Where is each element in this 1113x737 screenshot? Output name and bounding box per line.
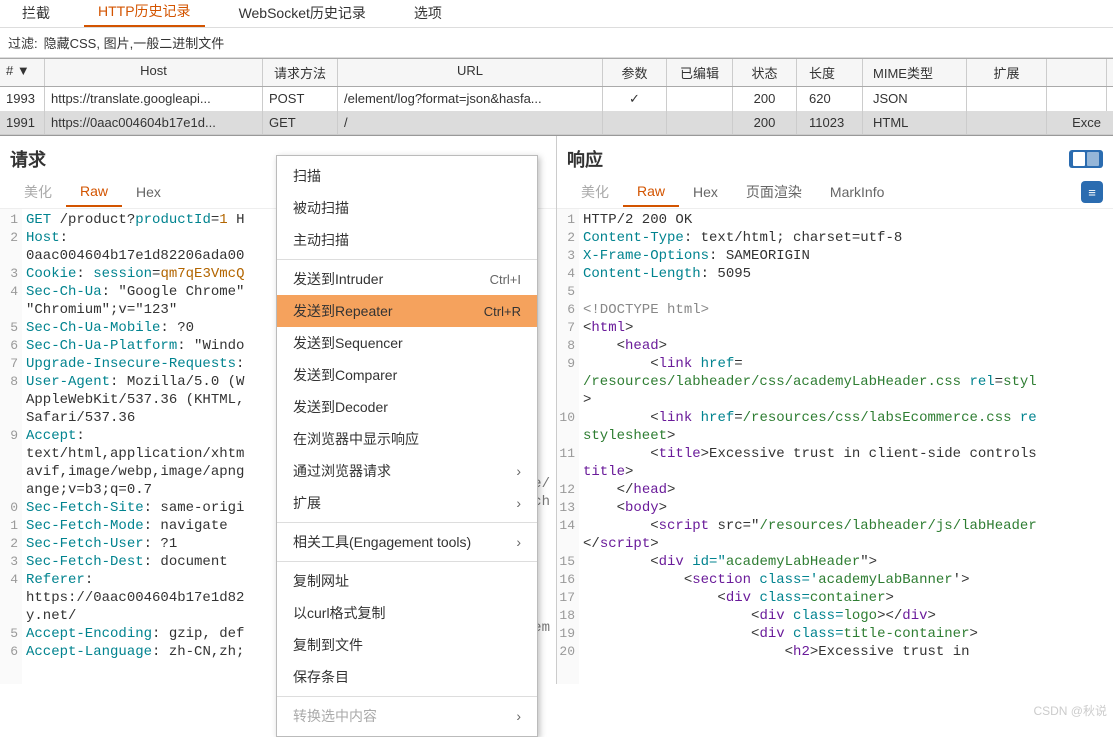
menu-active-scan[interactable]: 主动扫描 (277, 224, 537, 256)
main-tabs: 拦截 HTTP历史记录 WebSocket历史记录 选项 (0, 0, 1113, 28)
cell-edited (667, 87, 733, 111)
col-status[interactable]: 状态 (733, 59, 797, 86)
resp-code[interactable]: HTTP/2 200 OK Content-Type: text/html; c… (579, 209, 1113, 684)
req-gutter: 12 34 5678 9 01234 56 (0, 209, 22, 684)
cell-len: 11023 (797, 111, 863, 134)
tab-http-history[interactable]: HTTP历史记录 (84, 0, 205, 27)
layout-toggle[interactable] (1069, 150, 1103, 168)
req-tab-raw[interactable]: Raw (66, 177, 122, 207)
info-button[interactable]: ≡ (1081, 181, 1103, 203)
col-ext[interactable]: 扩展 (967, 59, 1047, 86)
menu-extensions[interactable]: 扩展› (277, 487, 537, 519)
chevron-right-icon: › (516, 708, 521, 724)
menu-save-item[interactable]: 保存条目 (277, 661, 537, 693)
menu-copy-url[interactable]: 复制网址 (277, 565, 537, 597)
menu-separator (277, 259, 537, 260)
col-id[interactable]: # ▼ (0, 59, 45, 86)
chevron-right-icon: › (516, 463, 521, 479)
tab-ws-history[interactable]: WebSocket历史记录 (225, 0, 380, 27)
cell-url: / (338, 111, 603, 134)
watermark: CSDN @秋说 (1033, 702, 1107, 719)
cell-status: 200 (733, 87, 797, 111)
menu-send-comparer[interactable]: 发送到Comparer (277, 359, 537, 391)
cell-edited (667, 111, 733, 134)
col-url[interactable]: URL (338, 59, 603, 86)
cell-method: GET (263, 111, 338, 134)
cell-url: /element/log?format=json&hasfa... (338, 87, 603, 111)
cell-len: 620 (797, 87, 863, 111)
cell-ext (967, 87, 1047, 111)
col-params[interactable]: 参数 (603, 59, 667, 86)
req-tab-hex[interactable]: Hex (122, 178, 175, 206)
menu-separator (277, 561, 537, 562)
col-mime[interactable]: MIME类型 (863, 59, 967, 86)
menu-copy-curl[interactable]: 以curl格式复制 (277, 597, 537, 629)
cell-params (603, 111, 667, 134)
col-host[interactable]: Host (45, 59, 263, 86)
col-method[interactable]: 请求方法 (263, 59, 338, 86)
menu-request-browser[interactable]: 通过浏览器请求› (277, 455, 537, 487)
menu-passive-scan[interactable]: 被动扫描 (277, 192, 537, 224)
menu-show-in-browser[interactable]: 在浏览器中显示响应 (277, 423, 537, 455)
col-length[interactable]: 长度 (797, 59, 863, 86)
cell-host: https://0aac004604b17e1d... (45, 111, 263, 134)
menu-convert-selection[interactable]: 转换选中内容› (277, 700, 537, 732)
table-row[interactable]: 1991 https://0aac004604b17e1d... GET / 2… (0, 111, 1113, 134)
cell-id: 1991 (0, 111, 45, 134)
table-row[interactable]: 1993 https://translate.googleapi... POST… (0, 87, 1113, 111)
menu-copy-to-file[interactable]: 复制到文件 (277, 629, 537, 661)
menu-separator (277, 696, 537, 697)
resp-tab-pretty[interactable]: 美化 (567, 176, 623, 208)
menu-send-repeater[interactable]: 发送到RepeaterCtrl+R (277, 295, 537, 327)
col-extra[interactable] (1047, 59, 1107, 86)
history-table: # ▼ Host 请求方法 URL 参数 已编辑 状态 长度 MIME类型 扩展… (0, 58, 1113, 135)
menu-scan[interactable]: 扫描 (277, 160, 537, 192)
cell-mime: JSON (863, 87, 967, 111)
request-title: 请求 (10, 146, 46, 172)
menu-send-sequencer[interactable]: 发送到Sequencer (277, 327, 537, 359)
cell-status: 200 (733, 111, 797, 134)
response-editor[interactable]: 123456789 10 11 121314 151617181920 HTTP… (557, 209, 1113, 684)
cell-mime: HTML (863, 111, 967, 134)
resp-tab-render[interactable]: 页面渲染 (732, 176, 816, 208)
chevron-right-icon: › (516, 495, 521, 511)
req-tab-pretty[interactable]: 美化 (10, 176, 66, 208)
menu-send-decoder[interactable]: 发送到Decoder (277, 391, 537, 423)
table-header[interactable]: # ▼ Host 请求方法 URL 参数 已编辑 状态 长度 MIME类型 扩展 (0, 58, 1113, 87)
detail-panes: ge/ xch dem 请求 美化 Raw Hex 12 34 5678 9 0… (0, 135, 1113, 684)
menu-engagement-tools[interactable]: 相关工具(Engagement tools)› (277, 526, 537, 558)
cell-ext (967, 111, 1047, 134)
cell-method: POST (263, 87, 338, 111)
resp-gutter: 123456789 10 11 121314 151617181920 (557, 209, 579, 684)
cell-id: 1993 (0, 87, 45, 111)
resp-tab-raw[interactable]: Raw (623, 177, 679, 207)
resp-tab-hex[interactable]: Hex (679, 178, 732, 206)
cell-extra (1047, 87, 1107, 111)
col-edited[interactable]: 已编辑 (667, 59, 733, 86)
tab-options[interactable]: 选项 (400, 0, 456, 27)
response-title: 响应 (567, 146, 603, 172)
context-menu: 扫描 被动扫描 主动扫描 发送到IntruderCtrl+I 发送到Repeat… (276, 155, 538, 737)
cell-host: https://translate.googleapi... (45, 87, 263, 111)
cell-params: ✓ (603, 87, 667, 111)
menu-send-intruder[interactable]: 发送到IntruderCtrl+I (277, 263, 537, 295)
menu-separator (277, 522, 537, 523)
resp-tab-markinfo[interactable]: MarkInfo (816, 178, 898, 206)
chevron-right-icon: › (516, 534, 521, 550)
cell-extra: Exce (1047, 111, 1107, 134)
tab-intercept[interactable]: 拦截 (8, 0, 64, 27)
filter-value: 隐藏CSS, 图片,一般二进制文件 (44, 33, 225, 52)
response-pane: 响应 美化 Raw Hex 页面渲染 MarkInfo ≡ 123456789 … (557, 136, 1113, 684)
filter-label: 过滤: (8, 33, 38, 52)
filter-bar[interactable]: 过滤: 隐藏CSS, 图片,一般二进制文件 (0, 28, 1113, 58)
